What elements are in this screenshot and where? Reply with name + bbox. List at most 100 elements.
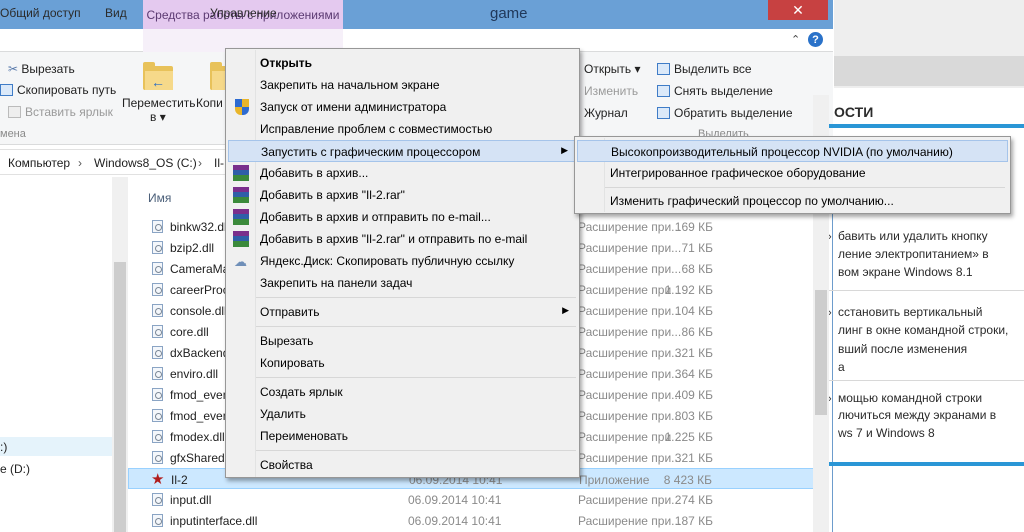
file-name: careerProc (170, 283, 228, 297)
article-link-2-line3[interactable]: вший после изменения (838, 339, 967, 359)
file-size: 71 КБ (681, 241, 713, 255)
menu-item-compat-troubleshoot[interactable]: Исправление проблем с совместимостью (228, 118, 577, 140)
nav-selected-highlight (0, 437, 112, 456)
edit-button[interactable]: Изменить (584, 84, 638, 98)
copy-path-button[interactable]: Скопировать путь (0, 83, 116, 97)
file-row[interactable]: input.dll 06.09.2014 10:41 Расширение при.… (128, 489, 828, 510)
menu-separator (256, 377, 576, 378)
copy-to-button[interactable]: Копи (196, 96, 223, 110)
yandex-disk-icon: ☁ (234, 254, 247, 269)
menu-item-cut[interactable]: Вырезать (228, 330, 577, 352)
menu-item-open[interactable]: Открыть (228, 52, 577, 74)
dll-file-icon (152, 451, 163, 464)
menu-item-send-to[interactable]: Отправить ▶ (228, 301, 577, 323)
file-type: Расширение при... (578, 262, 682, 276)
file-name: enviro.dll (170, 367, 219, 381)
invert-selection-button[interactable]: Обратить выделение (657, 106, 793, 120)
heading-underline (828, 124, 1024, 128)
invert-selection-icon (657, 107, 670, 119)
dll-file-icon (152, 367, 163, 380)
menu-item-copy[interactable]: Копировать (228, 352, 577, 374)
file-size: 187 КБ (674, 514, 713, 528)
history-button[interactable]: Журнал (584, 106, 628, 120)
tab-view[interactable]: Вид (105, 6, 127, 20)
nav-scrollbar-thumb[interactable] (114, 262, 126, 532)
file-type: Расширение при... (578, 388, 682, 402)
article-link-3-line3[interactable]: ws 7 и Windows 8 (838, 423, 935, 443)
menu-item-rename[interactable]: Переименовать (228, 425, 577, 447)
submenu-item-integrated[interactable]: Интегрированное графическое оборудование (577, 162, 1008, 184)
paste-shortcut-icon (8, 106, 21, 118)
file-size: 1 192 КБ (664, 283, 713, 297)
dll-file-icon (152, 262, 163, 275)
menu-separator (256, 326, 576, 327)
file-size: 104 КБ (674, 304, 713, 318)
menu-item-add-archive[interactable]: Добавить в архив... (228, 162, 577, 184)
article-link-2-line2[interactable]: линг в окне командной строки, (838, 320, 1008, 340)
menu-item-add-rar-email[interactable]: Добавить в архив "Il-2.rar" и отправить … (228, 228, 577, 250)
select-none-button[interactable]: Снять выделение (657, 84, 773, 98)
file-type: Расширение при... (578, 220, 682, 234)
article-divider (828, 380, 1024, 381)
winrar-icon (233, 231, 249, 247)
breadcrumb-folder[interactable]: Il- (214, 156, 224, 170)
article-link-2-line4[interactable]: а (838, 357, 845, 377)
uac-shield-icon (235, 99, 249, 115)
column-header-name[interactable]: Имя (148, 191, 171, 205)
file-type: Расширение при... (578, 514, 682, 528)
article-link-3-line2[interactable]: лючиться между экранами в (838, 405, 996, 425)
file-type: Расширение при... (578, 367, 682, 381)
menu-item-create-shortcut[interactable]: Создать ярлык (228, 381, 577, 403)
file-size: 409 КБ (674, 388, 713, 402)
move-to-button[interactable]: Переместить (122, 96, 196, 110)
paste-shortcut-button[interactable]: Вставить ярлык (8, 105, 113, 119)
file-date: 06.09.2014 10:41 (408, 493, 502, 507)
file-type: Приложение (579, 473, 650, 487)
winrar-icon (233, 187, 249, 203)
file-type: Расширение при... (578, 304, 682, 318)
article-link-1-line3[interactable]: вом экране Windows 8.1 (838, 262, 973, 282)
tab-share[interactable]: Общий доступ (0, 6, 81, 20)
cut-button[interactable]: ✂ Вырезать (8, 62, 75, 76)
nav-item-drive-c[interactable]: :) (0, 440, 7, 454)
file-name: fmod_even (170, 388, 228, 402)
gpu-submenu: Высокопроизводительный процессор NVIDIA … (574, 136, 1011, 214)
menu-item-run-with-gpu[interactable]: Запустить с графическим процессором ▶ (228, 140, 577, 162)
submenu-item-change-default[interactable]: Изменить графический процессор по умолча… (577, 190, 1008, 212)
breadcrumb-computer[interactable]: Компьютер (8, 156, 70, 170)
close-button[interactable]: ✕ (768, 0, 828, 20)
file-name: input.dll (170, 493, 212, 507)
file-type: Расширение при... (578, 451, 682, 465)
select-all-button[interactable]: Выделить все (657, 62, 752, 76)
file-name: inputinterface.dll (170, 514, 258, 528)
article-link-1-line1[interactable]: бавить или удалить кнопку (838, 226, 988, 246)
browser-scrollbar-thumb[interactable] (815, 290, 827, 415)
menu-item-run-as-admin[interactable]: Запуск от имени администратора (228, 96, 577, 118)
breadcrumb-drive[interactable]: Windows8_OS (C:) (94, 156, 197, 170)
file-size: 274 КБ (674, 493, 713, 507)
submenu-arrow-icon: ▶ (561, 145, 568, 155)
file-name: core.dll (170, 325, 209, 339)
submenu-arrow-icon: ▶ (562, 305, 569, 315)
tab-manage[interactable]: Управление (210, 6, 277, 20)
minimize-ribbon-chevron-icon[interactable]: ⌃ (791, 33, 800, 46)
open-button[interactable]: Открыть ▾ (584, 62, 640, 76)
menu-item-add-archive-email[interactable]: Добавить в архив и отправить по e-mail..… (228, 206, 577, 228)
article-link-2-line1[interactable]: сстановить вертикальный (838, 302, 982, 322)
menu-item-delete[interactable]: Удалить (228, 403, 577, 425)
article-link-1-line2[interactable]: ление электропитанием» в (838, 244, 989, 264)
menu-item-pin-taskbar[interactable]: Закрепить на панели задач (228, 272, 577, 294)
nav-item-drive-d[interactable]: e (D:) (0, 462, 30, 476)
menu-separator (256, 297, 576, 298)
menu-item-yandex-disk[interactable]: ☁ Яндекс.Диск: Скопировать публичную ссы… (228, 250, 577, 272)
submenu-item-nvidia[interactable]: Высокопроизводительный процессор NVIDIA … (577, 140, 1008, 162)
move-to-dropdown[interactable]: в ▾ (150, 110, 166, 124)
file-name: fmodex.dll (170, 430, 225, 444)
winrar-icon (233, 165, 249, 181)
file-row[interactable]: inputinterface.dll 06.09.2014 10:41 Расшир… (128, 510, 828, 531)
menu-item-pin-start[interactable]: Закрепить на начальном экране (228, 74, 577, 96)
menu-item-add-rar[interactable]: Добавить в архив "Il-2.rar" (228, 184, 577, 206)
help-icon[interactable]: ? (808, 32, 823, 47)
article-divider (828, 290, 1024, 291)
menu-item-properties[interactable]: Свойства (228, 454, 577, 476)
